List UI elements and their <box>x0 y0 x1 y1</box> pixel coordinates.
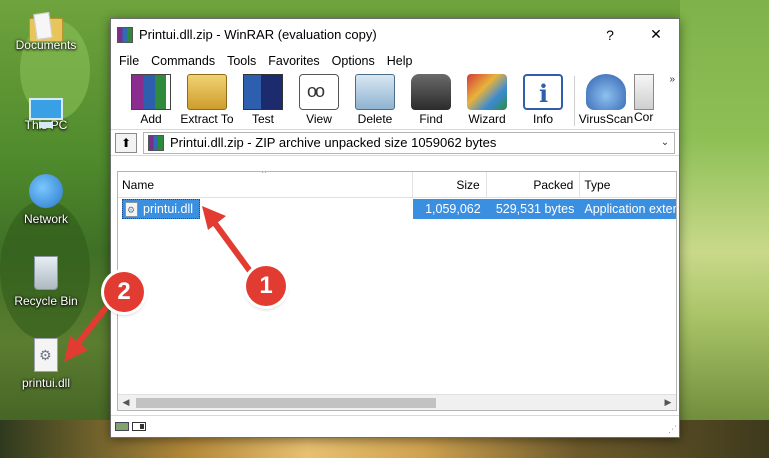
arrow-1 <box>202 206 261 285</box>
arrow-2 <box>64 297 115 362</box>
annotation-arrows <box>64 206 261 362</box>
step-badge-1: 1 <box>246 266 286 306</box>
step-badge-2: 2 <box>104 272 144 312</box>
